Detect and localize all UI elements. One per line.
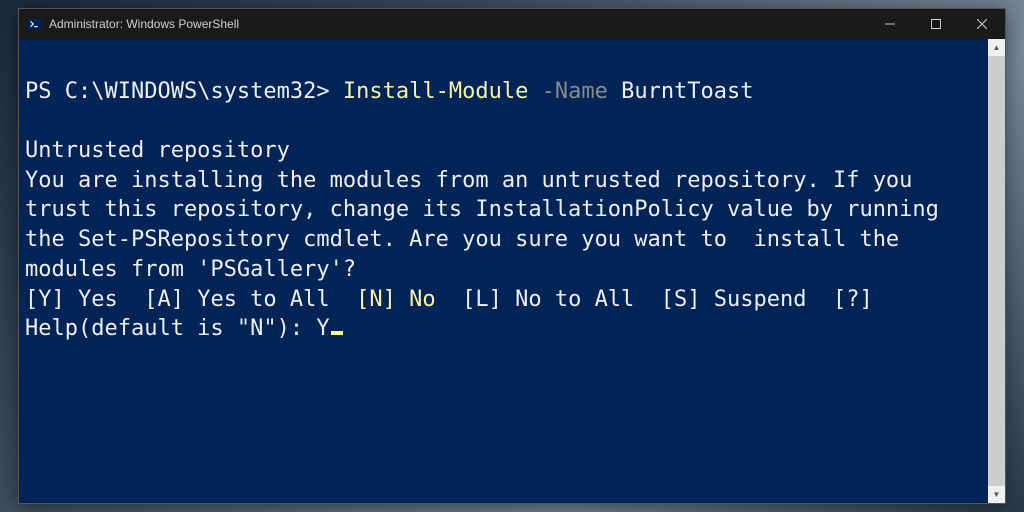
option-no: [N] No (356, 287, 435, 312)
powershell-window: Administrator: Windows PowerShell PS C:\… (18, 8, 1006, 504)
window-controls (867, 9, 1005, 39)
scroll-up-arrow[interactable]: ▲ (988, 39, 1005, 56)
option-yes-all: [A] Yes to All (144, 287, 356, 312)
prompt-prefix: PS (25, 79, 65, 104)
titlebar[interactable]: Administrator: Windows PowerShell (19, 9, 1005, 39)
warning-title: Untrusted repository (25, 138, 290, 163)
cursor (331, 331, 343, 335)
option-yes: [Y] Yes (25, 287, 144, 312)
option-no-all: [L] No to All (436, 287, 661, 312)
prompt-path: C:\WINDOWS\system32 (65, 79, 317, 104)
powershell-icon (27, 16, 43, 32)
scrollbar-track[interactable] (988, 56, 1005, 486)
close-button[interactable] (959, 9, 1005, 39)
param-flag: -Name (528, 79, 621, 104)
scrollbar-thumb[interactable] (988, 56, 1005, 486)
scroll-down-arrow[interactable]: ▼ (988, 486, 1005, 503)
maximize-button[interactable] (913, 9, 959, 39)
scrollbar[interactable]: ▲ ▼ (988, 39, 1005, 503)
minimize-button[interactable] (867, 9, 913, 39)
warning-body: You are installing the modules from an u… (25, 168, 952, 282)
command-name: Install-Module (343, 79, 528, 104)
prompt-suffix: > (316, 79, 343, 104)
window-title: Administrator: Windows PowerShell (49, 17, 867, 31)
param-value: BurntToast (621, 79, 753, 104)
terminal[interactable]: PS C:\WINDOWS\system32> Install-Module -… (19, 39, 988, 503)
option-suspend: [S] Suspend (661, 287, 833, 312)
user-input: Y (316, 316, 329, 341)
terminal-area: PS C:\WINDOWS\system32> Install-Module -… (19, 39, 1005, 503)
